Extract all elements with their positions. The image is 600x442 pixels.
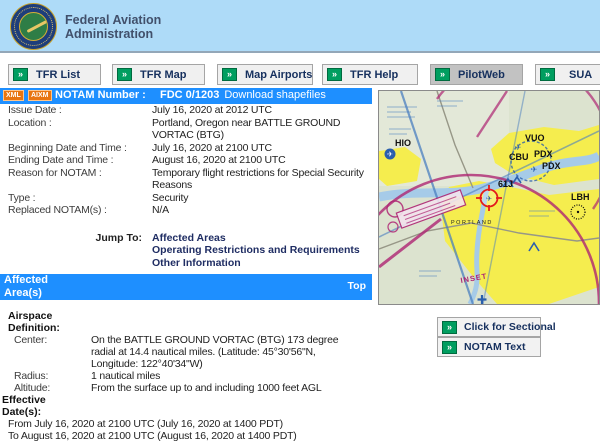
row-value: August 16, 2020 at 2100 UTC: [152, 154, 368, 167]
table-row-replaced: Replaced NOTAM(s) : N/A: [0, 204, 372, 217]
tab-tfr-help[interactable]: » TFR Help: [322, 64, 418, 85]
airport-label-vuo: VUO: [525, 133, 545, 143]
double-arrow-icon: »: [442, 321, 457, 334]
jump-link-affected-areas[interactable]: Affected Areas: [152, 232, 360, 245]
tab-tfr-map[interactable]: » TFR Map: [112, 64, 205, 85]
table-row-type: Type : Security: [0, 192, 372, 205]
table-row-issue-date: Issue Date : July 16, 2020 at 2012 UTC: [0, 104, 372, 117]
double-arrow-icon: »: [222, 68, 237, 81]
airport-label-pdx-lower: PDX: [542, 161, 561, 171]
jump-link-operating-restrictions[interactable]: Operating Restrictions and Requirements: [152, 244, 360, 257]
jump-link-other-information[interactable]: Other Information: [152, 257, 360, 270]
notam-text-button[interactable]: » NOTAM Text: [437, 337, 541, 357]
page-header: Federal Aviation Administration: [0, 0, 600, 53]
field-label: Radius:: [0, 370, 91, 382]
tab-label: TFR Help: [350, 69, 398, 81]
affected-areas-title: Affected Area(s): [4, 274, 84, 300]
notam-number-label: NOTAM Number :: [55, 89, 146, 101]
airport-label-pdx-upper: PDX: [534, 149, 553, 159]
effective-date-to: To August 16, 2020 at 2100 UTC (August 1…: [0, 430, 372, 442]
top-link[interactable]: Top: [348, 280, 366, 292]
row-label: Beginning Date and Time :: [0, 142, 152, 155]
table-row-reason: Reason for NOTAM : Temporary flight rest…: [0, 167, 372, 192]
row-label: Location :: [0, 117, 152, 142]
faa-seal-logo: [10, 3, 57, 50]
row-label: Issue Date :: [0, 104, 152, 117]
faa-seal-globe: [19, 12, 48, 41]
airport-label-61j: 61J: [498, 179, 513, 189]
double-arrow-icon: »: [13, 68, 28, 81]
tab-sua[interactable]: » SUA: [535, 64, 600, 85]
tab-label: TFR List: [36, 69, 80, 81]
vor-compass-center: [577, 211, 579, 213]
row-label: Type :: [0, 192, 152, 205]
row-label: Ending Date and Time :: [0, 154, 152, 167]
airspace-definition-label: Airspace Definition:: [0, 310, 80, 334]
airplane-icon: ✈: [387, 152, 393, 159]
affected-areas-banner: Affected Area(s) Top: [0, 274, 372, 300]
tab-label: TFR Map: [140, 69, 186, 81]
agency-title-line1: Federal Aviation: [65, 13, 161, 27]
table-row-beginning: Beginning Date and Time : July 16, 2020 …: [0, 142, 372, 155]
double-arrow-icon: »: [435, 68, 450, 81]
row-label: Reason for NOTAM :: [0, 167, 152, 192]
button-label: NOTAM Text: [464, 341, 525, 353]
row-value: Portland, Oregon near BATTLE GROUND VORT…: [152, 117, 368, 142]
airport-label-lbh: LBH: [571, 192, 590, 202]
row-value: Temporary flight restrictions for Specia…: [152, 167, 368, 192]
row-value: July 16, 2020 at 2012 UTC: [152, 104, 368, 117]
agency-title-line2: Administration: [65, 27, 161, 41]
aixm-download-badge[interactable]: AIXM: [28, 90, 52, 101]
row-value: July 16, 2020 at 2100 UTC: [152, 142, 368, 155]
effective-dates-label: Effective Date(s):: [0, 394, 60, 418]
airport-label-hio: HIO: [395, 138, 411, 148]
field-label: Altitude:: [0, 382, 91, 394]
field-center: Center: On the BATTLE GROUND VORTAC (BTG…: [0, 334, 372, 370]
double-arrow-icon: »: [442, 341, 457, 354]
field-value: On the BATTLE GROUND VORTAC (BTG) 173 de…: [91, 334, 358, 370]
pilotweb-tfr-notam-page: { "header": { "agency_line1": "Federal A…: [0, 0, 600, 429]
effective-date-from: From July 16, 2020 at 2100 UTC (July 16,…: [0, 418, 372, 430]
tab-label: SUA: [569, 69, 592, 81]
tab-pilotweb[interactable]: » PilotWeb: [430, 64, 523, 85]
double-arrow-icon: »: [540, 68, 555, 81]
double-arrow-icon: »: [117, 68, 132, 81]
click-for-sectional-button[interactable]: » Click for Sectional: [437, 317, 541, 337]
field-label: Center:: [0, 334, 91, 370]
field-radius: Radius: 1 nautical miles: [0, 370, 372, 382]
download-shapefiles-link[interactable]: Download shapefiles: [224, 89, 326, 101]
notam-number-banner: XML AIXM NOTAM Number : FDC 0/1203 Downlo…: [0, 88, 372, 104]
airplane-icon: ✈: [531, 165, 538, 174]
double-arrow-icon: »: [327, 68, 342, 81]
tab-label: PilotWeb: [458, 69, 505, 81]
notam-detail-panel: XML AIXM NOTAM Number : FDC 0/1203 Downlo…: [0, 88, 372, 442]
field-value: From the surface up to and including 100…: [91, 382, 358, 394]
xml-download-badge[interactable]: XML: [3, 90, 24, 101]
row-value: N/A: [152, 204, 368, 217]
tab-tfr-list[interactable]: » TFR List: [8, 64, 101, 85]
jump-to-section: Jump To: Affected Areas Operating Restri…: [0, 232, 372, 270]
field-value: 1 nautical miles: [91, 370, 358, 382]
sectional-chart-map[interactable]: ✈ ✈ ✈ ✈ HIO VUO CBU PDX PDX 61J LBH PORT…: [378, 90, 600, 305]
field-altitude: Altitude: From the surface up to and inc…: [0, 382, 372, 394]
row-label: Replaced NOTAM(s) :: [0, 204, 152, 217]
faa-seal-wing: [27, 20, 48, 33]
notam-number-value: FDC 0/1203: [160, 89, 219, 101]
button-label: Click for Sectional: [464, 321, 556, 333]
city-label-portland: PORTLAND: [451, 220, 493, 226]
agency-title: Federal Aviation Administration: [65, 13, 161, 41]
table-row-location: Location : Portland, Oregon near BATTLE …: [0, 117, 372, 142]
airport-label-cbu: CBU: [509, 152, 529, 162]
row-value: Security: [152, 192, 368, 205]
table-row-ending: Ending Date and Time : August 16, 2020 a…: [0, 154, 372, 167]
airplane-icon: ✈: [486, 194, 493, 203]
tab-label: Map Airports: [245, 69, 312, 81]
airplane-icon: ✈: [515, 143, 522, 152]
jump-to-label: Jump To:: [0, 232, 152, 270]
tab-map-airports[interactable]: » Map Airports: [217, 64, 313, 85]
